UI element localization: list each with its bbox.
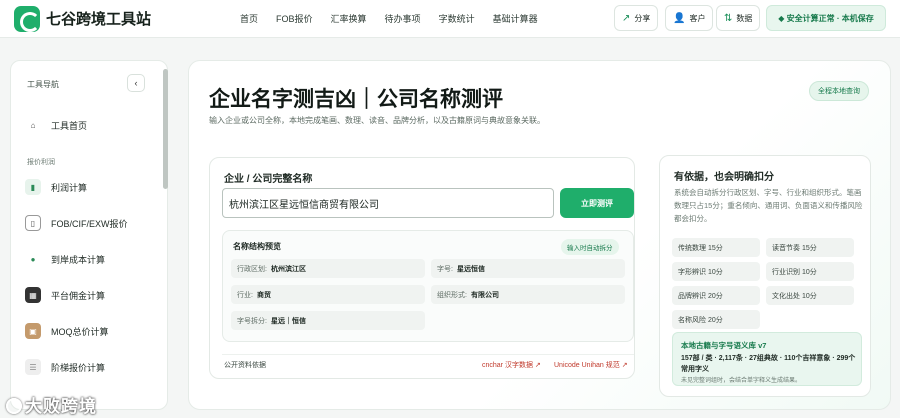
sidebar-item-tiered[interactable]: ☰ 阶梯报价计算 [25, 355, 155, 379]
share-button[interactable]: ↗ 分享 [614, 5, 659, 31]
sidebar-item-landed-cost[interactable]: ● 到岸成本计算 [25, 247, 155, 271]
name-input-card: 企业 / 公司完整名称 杭州滨江区星远恒信商贸有限公司 立即测评 名称结构预览 … [209, 157, 635, 379]
local-query-badge: 全程本地查询 [809, 81, 869, 101]
data-label: 数据 [736, 13, 753, 23]
status-badge: ◆ 安全计算正常 · 本机保存 [766, 5, 886, 31]
score-chip: 字形辨识 10分 [672, 262, 760, 281]
sidebar-item-label: FOB/CIF/EXW报价 [51, 218, 128, 229]
app-name[interactable]: 七谷跨境工具站 [46, 8, 151, 29]
sidebar-item-label: 利润计算 [51, 182, 88, 193]
industry-cell: 行业: 商贸 [231, 285, 425, 304]
main-nav: 首页 FOB报价 汇率换算 待办事项 字数统计 基础计算器 [240, 12, 556, 25]
sidebar: 工具导航 ‹ ⌂ 工具首页 报价利润 ▮ 利润计算 ▯ FOB/CIF/EXW报… [10, 60, 168, 410]
unihan-link[interactable]: Unicode Unihan 规范 ↗ [554, 360, 628, 370]
calendar-icon: ▦ [25, 287, 41, 303]
corpus-stats: 157部 / 类 · 2,117条 · 27组典故 · 110个吉祥意象 · 2… [681, 355, 856, 373]
score-chip: 品牌辨识 20分 [672, 286, 760, 305]
score-chip: 传统数理 15分 [672, 238, 760, 257]
bar-chart-icon: ▮ [25, 179, 41, 195]
industry-label: 行业: [237, 291, 253, 299]
brand-label: 字号: [437, 265, 453, 273]
corpus-info-box: 本地古籍与字号语义库 v7 157部 / 类 · 2,117条 · 27组典故 … [672, 332, 862, 386]
brand-value: 星远恒信 [456, 265, 485, 273]
user-icon: 👤 [673, 12, 686, 24]
form-label: 组织形式: [437, 291, 467, 299]
split-label: 字号拆分: [237, 317, 267, 325]
share-arrow-icon: ↗ [622, 12, 631, 24]
box-icon: ▣ [25, 323, 41, 339]
share-label: 分享 [634, 13, 651, 23]
sidebar-heading: 工具导航 [27, 80, 59, 89]
preview-title: 名称结构预览 [233, 242, 281, 251]
watermark: 大败跨境 [6, 392, 97, 417]
nav-calculator[interactable]: 基础计算器 [493, 12, 538, 25]
scoring-title: 有依据，也会明确扣分 [674, 172, 774, 183]
sidebar-item-home[interactable]: ⌂ 工具首页 [25, 113, 155, 137]
sidebar-item-commission[interactable]: ▦ 平台佣金计算 [25, 283, 155, 307]
region-value: 杭州滨江区 [270, 265, 306, 273]
form-cell: 组织形式: 有限公司 [431, 285, 625, 304]
sidebar-item-label: MOQ总价计算 [51, 326, 109, 337]
watermark-text: 大败跨境 [25, 397, 97, 416]
collapse-sidebar-button[interactable]: ‹ [127, 74, 145, 92]
auto-split-badge: 输入时自动拆分 [561, 239, 619, 255]
structure-preview: 名称结构预览 输入时自动拆分 行政区划: 杭州滨江区 字号: 星远恒信 行业: 商贸 … [222, 230, 634, 342]
score-chip: 读音节奏 15分 [766, 238, 854, 257]
sidebar-item-profit[interactable]: ▮ 利润计算 [25, 175, 155, 199]
region-cell: 行政区划: 杭州滨江区 [231, 259, 425, 278]
customer-button[interactable]: 👤 客户 [665, 5, 714, 31]
app-logo-icon[interactable] [14, 6, 40, 32]
sidebar-item-label: 平台佣金计算 [51, 290, 106, 301]
split-cell: 字号拆分: 星远｜恒信 [231, 311, 425, 330]
evaluate-button[interactable]: 立即测评 [560, 188, 634, 218]
brand-cell: 字号: 星远恒信 [431, 259, 625, 278]
page-title: 企业名字测吉凶｜公司名称测评 [209, 88, 503, 111]
score-chip: 名称风险 20分 [672, 310, 760, 329]
sidebar-section-label: 报价利润 [27, 159, 55, 166]
form-value: 有限公司 [470, 291, 499, 299]
sidebar-item-label: 到岸成本计算 [51, 254, 106, 265]
document-icon: ▯ [25, 215, 41, 231]
dot-icon: ● [30, 254, 36, 264]
score-chip: 行业识别 10分 [766, 262, 854, 281]
sources-label: 公开资料依据 [224, 362, 266, 369]
sidebar-item-label: 工具首页 [51, 120, 88, 131]
page-subtitle: 输入企业或公司全称，本地完成笔画、数理、读音、品牌分析，以及古籍原词与典故意象关… [209, 116, 545, 125]
sort-arrows-icon: ⇅ [724, 12, 733, 24]
company-name-input[interactable]: 杭州滨江区星远恒信商贸有限公司 [222, 188, 554, 218]
sidebar-scrollbar[interactable] [163, 69, 168, 189]
data-button[interactable]: ⇅ 数据 [716, 5, 761, 31]
nav-todo[interactable]: 待办事项 [385, 12, 421, 25]
corpus-title: 本地古籍与字号语义库 v7 [681, 341, 767, 350]
divider [222, 354, 634, 355]
split-value: 星远｜恒信 [270, 317, 306, 325]
corpus-note: 未见完整词组时，会结合单字释义生成结果。 [681, 378, 802, 384]
nav-fob[interactable]: FOB报价 [276, 12, 313, 25]
top-bar: 七谷跨境工具站 首页 FOB报价 汇率换算 待办事项 字数统计 基础计算器 ↗ … [0, 0, 900, 38]
nav-home[interactable]: 首页 [240, 12, 258, 25]
sidebar-item-fob[interactable]: ▯ FOB/CIF/EXW报价 [25, 211, 155, 235]
list-icon: ☰ [25, 359, 41, 375]
region-label: 行政区划: [237, 265, 267, 273]
sidebar-item-label: 阶梯报价计算 [51, 362, 106, 373]
scoring-card: 有依据，也会明确扣分 系统会自动拆分行政区划、字号、行业和组织形式。笔画数理只占… [659, 155, 871, 397]
main-panel: 企业名字测吉凶｜公司名称测评 输入企业或公司全称，本地完成笔画、数理、读音、品牌… [188, 60, 891, 410]
customer-label: 客户 [689, 13, 706, 23]
sidebar-item-moq[interactable]: ▣ MOQ总价计算 [25, 319, 155, 343]
score-chip: 文化出处 10分 [766, 286, 854, 305]
nav-exchange[interactable]: 汇率换算 [331, 12, 367, 25]
scoring-description: 系统会自动拆分行政区划、字号、行业和组织形式。笔画数理只占15分；重名倾向、通用… [674, 188, 863, 223]
nav-wordcount[interactable]: 字数统计 [439, 12, 475, 25]
cnchar-link[interactable]: cnchar 汉字数据 ↗ [482, 360, 541, 370]
home-icon: ⌂ [30, 120, 36, 130]
industry-value: 商贸 [256, 291, 271, 299]
watermark-logo-icon [6, 398, 22, 414]
input-label: 企业 / 公司完整名称 [224, 174, 313, 185]
